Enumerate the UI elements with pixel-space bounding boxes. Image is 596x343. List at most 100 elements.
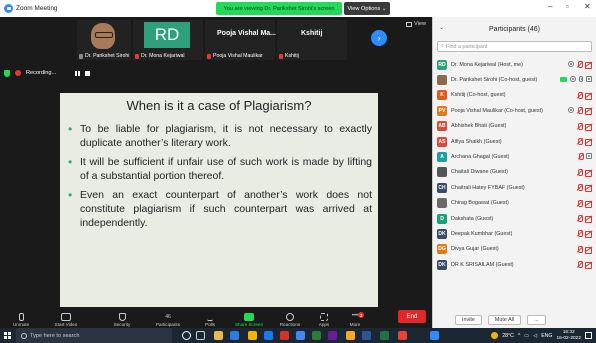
network-icon[interactable]: ▭ xyxy=(524,333,529,339)
zoom-taskbar-icon[interactable] xyxy=(430,331,439,340)
video-tile-parikshet[interactable]: Dr. Parikshet Sirohi xyxy=(77,20,131,60)
excel-icon[interactable] xyxy=(380,331,389,340)
mic-muted-icon xyxy=(577,230,583,238)
participant-row[interactable]: PV Pooja Vishal Maulikar (Co-host, guest) xyxy=(433,103,596,118)
mute-all-button[interactable]: Mute All xyxy=(487,314,522,325)
windows-start-button[interactable] xyxy=(0,328,14,343)
video-tile-mona[interactable]: RD Dr. Mona Kejariwal xyxy=(133,20,203,60)
participant-row[interactable]: D Dakshata (Guest) xyxy=(433,211,596,226)
clock-date: 15-02-2022 xyxy=(556,335,581,341)
mic-muted-icon xyxy=(577,214,583,222)
security-label: Security xyxy=(113,322,131,327)
participants-button[interactable]: 46 Participants xyxy=(150,313,186,327)
video-tile-kshitij[interactable]: Kshitij Kshitij xyxy=(277,20,347,60)
mic-muted-icon xyxy=(577,261,583,269)
participant-row[interactable]: AB Abhishek Bhati (Guest) xyxy=(433,119,596,134)
chrome-icon[interactable] xyxy=(398,331,407,340)
apps-button[interactable]: Apps xyxy=(314,313,334,327)
taskbar-search-input[interactable]: Type here to search xyxy=(16,328,172,343)
participant-row[interactable]: K Kshitij (Co-host, guest) xyxy=(433,88,596,103)
reactions-button[interactable]: Reactions xyxy=(276,313,304,327)
file-explorer-icon[interactable] xyxy=(248,331,257,340)
share-screen-button[interactable]: Share Screen xyxy=(232,313,266,327)
app-icon[interactable] xyxy=(328,331,337,340)
settings-icon[interactable] xyxy=(214,331,223,340)
chrome-icon[interactable] xyxy=(296,331,305,340)
avatar: AS xyxy=(437,136,447,147)
avatar: CH xyxy=(437,182,447,193)
weather-temp[interactable]: 28°C xyxy=(502,333,514,339)
app-icon[interactable] xyxy=(346,331,355,340)
word-icon[interactable] xyxy=(362,331,371,340)
mic-muted-icon xyxy=(577,107,583,115)
chevron-up-icon[interactable]: ^ xyxy=(518,333,520,339)
tile-name: Pooja Vishal Maulikar xyxy=(213,53,263,59)
video-tile-pooja[interactable]: Pooja Vishal Ma... Pooja Vishal Maulikar xyxy=(205,20,276,60)
chevron-down-icon[interactable]: ⌄ xyxy=(439,24,444,31)
avatar: DK xyxy=(437,228,447,239)
view-button[interactable]: View xyxy=(406,21,426,27)
participant-name: Deepak Kumbhar (Guest) xyxy=(451,230,513,237)
language-indicator[interactable]: ENG xyxy=(541,333,552,339)
participant-row[interactable]: DK DR K SRISAILAM (Guest) xyxy=(433,257,596,272)
clock[interactable]: 16:32 15-02-2022 xyxy=(556,330,581,341)
participant-status-icons xyxy=(577,168,592,177)
mic-muted-icon xyxy=(577,61,583,68)
view-options-button[interactable]: View Options ⌄ xyxy=(344,2,390,15)
unmute-button[interactable]: Unmute xyxy=(8,313,34,327)
participant-row[interactable]: Chirag Bogawat (Guest) xyxy=(433,196,596,211)
meeting-toolbar: Unmute Start Video Security 46 Participa… xyxy=(0,307,432,328)
speaker-icon[interactable]: ◁ xyxy=(533,333,537,339)
participant-row[interactable]: DG Divya Gujar (Guest) xyxy=(433,242,596,257)
polls-button[interactable]: Polls xyxy=(200,313,220,327)
participant-row[interactable]: A Archana Ghagal (Guest) xyxy=(433,149,596,164)
edge-icon[interactable] xyxy=(230,331,239,340)
close-icon[interactable]: ✕ xyxy=(584,2,591,11)
participant-row[interactable]: Dr. Parikshet Sirohi (Co-host, guest) xyxy=(433,72,596,87)
participant-search-input[interactable]: ⌕ Find a participant xyxy=(437,41,592,52)
mic-muted-icon xyxy=(577,122,583,130)
end-meeting-button[interactable]: End xyxy=(398,310,426,323)
facebook-icon[interactable] xyxy=(264,331,273,340)
participant-status-icons xyxy=(577,122,592,131)
zoom-logo-icon xyxy=(4,4,13,13)
gmail-icon[interactable] xyxy=(280,331,289,340)
minimize-icon[interactable]: – xyxy=(548,2,552,11)
more-button[interactable]: ••• More 3 xyxy=(344,312,366,327)
security-button[interactable]: Security xyxy=(108,313,136,327)
video-off-icon xyxy=(585,169,592,177)
next-page-button[interactable]: › xyxy=(371,30,387,46)
app-icon[interactable] xyxy=(312,331,321,340)
participant-name: DR K SRISAILAM (Guest) xyxy=(451,261,514,268)
participant-row[interactable]: RD Dr. Mona Kejariwal (Host, me) xyxy=(433,57,596,72)
recording-bar: Recording... xyxy=(4,68,91,78)
pause-recording-icon[interactable] xyxy=(75,70,81,76)
video-off-icon xyxy=(585,262,592,270)
participants-label: Participants xyxy=(155,322,180,327)
participant-row[interactable]: Chaitali Diwane (Guest) xyxy=(433,165,596,180)
video-off-icon xyxy=(585,215,592,223)
stop-recording-icon[interactable] xyxy=(85,70,91,76)
task-view-icon[interactable] xyxy=(196,331,205,340)
avatar xyxy=(437,198,447,209)
cortana-icon[interactable] xyxy=(182,331,191,340)
mic-muted-icon xyxy=(577,184,583,192)
more-label: More xyxy=(349,322,361,327)
invite-button[interactable]: Invite xyxy=(455,314,482,325)
view-label: View xyxy=(414,21,427,27)
participant-row[interactable]: CH Chaitrali Hatey FYBAF (Guest) xyxy=(433,180,596,195)
notification-icon[interactable] xyxy=(585,332,592,339)
mic-muted-icon xyxy=(135,53,139,59)
search-icon: ⌕ xyxy=(441,43,445,49)
avatar: RD xyxy=(144,22,190,48)
participant-row[interactable]: DK Deepak Kumbhar (Guest) xyxy=(433,226,596,241)
participant-name: Dr. Mona Kejariwal (Host, me) xyxy=(451,61,523,68)
participant-status-icons xyxy=(577,91,592,100)
more-options-button[interactable]: ... xyxy=(527,314,546,325)
participant-row[interactable]: AS Alfiya Shaikh (Guest) xyxy=(433,134,596,149)
participant-name: Chaitrali Hatey FYBAF (Guest) xyxy=(451,184,525,191)
participants-icon: 46 xyxy=(160,313,176,321)
maximize-icon[interactable]: ▫ xyxy=(566,2,569,11)
start-video-button[interactable]: Start Video xyxy=(50,313,82,327)
participant-name: Dr. Parikshet Sirohi (Co-host, guest) xyxy=(451,77,538,84)
